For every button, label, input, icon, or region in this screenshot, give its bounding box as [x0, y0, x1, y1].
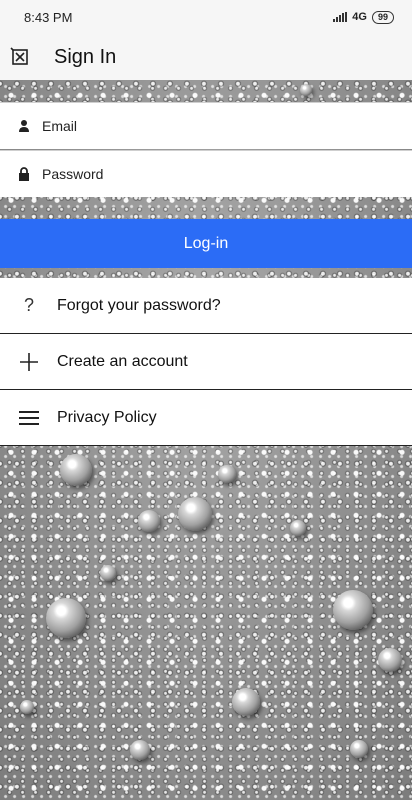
water-drop	[290, 520, 306, 536]
email-field[interactable]: Email	[0, 102, 412, 149]
email-placeholder: Email	[42, 118, 78, 134]
status-indicators: 4G 99	[333, 10, 394, 24]
water-drop	[350, 740, 368, 758]
water-drop	[138, 510, 160, 532]
water-drop	[100, 565, 116, 581]
water-drop	[218, 465, 236, 483]
menu-item-privacy-policy[interactable]: Privacy Policy	[0, 390, 412, 446]
app-bar: Sign In	[0, 34, 412, 80]
water-drop	[178, 497, 212, 531]
menu-item-create-account[interactable]: Create an account	[0, 334, 412, 390]
status-bar: 8:43 PM 4G 99	[0, 0, 412, 34]
person-icon	[16, 118, 32, 134]
water-drop	[130, 740, 150, 760]
login-button[interactable]: Log-in	[0, 219, 412, 268]
status-time: 8:43 PM	[24, 9, 73, 25]
water-drop	[20, 700, 34, 714]
page-title: Sign In	[54, 45, 117, 68]
password-field[interactable]: Password	[0, 150, 412, 197]
close-icon[interactable]	[10, 47, 30, 67]
water-drop	[60, 454, 92, 486]
menu-item-label: Forgot your password?	[57, 296, 221, 314]
network-type: 4G	[352, 11, 367, 23]
menu-item-label: Create an account	[57, 352, 188, 370]
menu-icon	[18, 407, 40, 429]
water-drop	[46, 598, 86, 638]
battery-level: 99	[377, 11, 388, 22]
password-placeholder: Password	[42, 166, 104, 182]
water-drop	[378, 648, 402, 672]
water-drop	[300, 84, 312, 96]
menu-item-forgot-password[interactable]: ? Forgot your password?	[0, 278, 412, 334]
battery-icon: 99	[371, 10, 394, 24]
water-drop	[333, 590, 373, 630]
question-icon: ?	[23, 294, 34, 315]
signal-icon	[333, 12, 348, 22]
lock-icon	[16, 166, 32, 182]
water-drop	[232, 688, 260, 716]
plus-icon	[18, 351, 40, 373]
menu-item-label: Privacy Policy	[57, 408, 157, 426]
